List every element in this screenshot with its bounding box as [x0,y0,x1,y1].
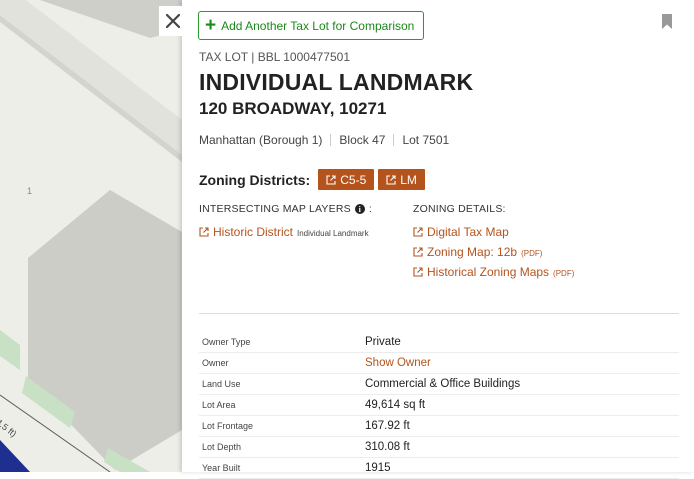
digital-tax-map-link[interactable]: Digital Tax Map [413,225,509,239]
row-value: Commercial & Office Buildings [365,378,521,390]
pdf-note: (PDF) [521,249,543,258]
row-value: 49,614 sq ft [365,399,426,411]
table-row: Owner Type Private [199,332,679,353]
page-title: INDIVIDUAL LANDMARK [199,69,474,95]
add-tax-lot-label: Add Another Tax Lot for Comparison [221,18,415,33]
lot-meta: Manhattan (Borough 1) Block 47 Lot 7501 [199,133,449,147]
historic-district-note: Individual Landmark [297,229,369,238]
zoning-details-heading: ZONING DETAILS: [413,203,506,215]
block: Block 47 [339,133,386,147]
external-link-icon [326,174,336,185]
plus-icon: + [205,15,217,36]
historical-zoning-maps-label: Historical Zoning Maps [427,265,550,279]
row-key: Lot Area [202,400,236,410]
bbl-eyebrow: TAX LOT | BBL 1000477501 [199,50,350,64]
external-link-icon [199,227,209,237]
external-link-icon [413,227,423,237]
bookmark-button[interactable] [661,14,673,34]
map-layers-heading: INTERSECTING MAP LAYERS i : [199,203,372,215]
map-layers-heading-colon: : [368,203,372,215]
lot: Lot 7501 [402,133,450,147]
table-row: Owner Show Owner [199,353,679,374]
borough: Manhattan (Borough 1) [199,133,323,147]
map-lot-number: 1 [27,186,33,196]
lot-attributes-table: Owner Type Private Owner Show Owner Land… [199,332,679,479]
bookmark-icon [662,14,672,29]
zone-tag-c5-5[interactable]: C5-5 [318,169,375,190]
digital-tax-map-label: Digital Tax Map [427,225,509,239]
external-link-icon [413,247,423,257]
row-key: Lot Frontage [202,421,254,431]
row-key: Land Use [202,379,241,389]
row-value: Private [365,336,401,348]
row-value: 310.08 ft [365,441,410,453]
row-key: Owner Type [202,337,251,347]
divider [393,134,395,146]
close-icon [165,13,181,29]
zone-tag-lm[interactable]: LM [378,169,425,190]
section-divider [199,313,679,314]
zone-tag-label: LM [400,172,417,187]
lot-details-panel: + Add Another Tax Lot for Comparison TAX… [182,0,694,479]
show-owner-link[interactable]: Show Owner [365,357,431,369]
zoning-map-link[interactable]: Zoning Map: 12b (PDF) [413,245,542,259]
pdf-note: (PDF) [553,269,575,278]
historic-district-label: Historic District [213,225,293,239]
external-link-icon [386,174,396,185]
row-key: Owner [202,358,229,368]
table-row: Lot Area 49,614 sq ft [199,395,679,416]
row-value: 1915 [365,462,391,474]
info-icon[interactable]: i [354,204,365,214]
historical-zoning-maps-link[interactable]: Historical Zoning Maps (PDF) [413,265,574,279]
add-tax-lot-button[interactable]: + Add Another Tax Lot for Comparison [198,11,425,40]
zoning-map-label: Zoning Map: 12b [427,245,518,259]
table-row: Land Use Commercial & Office Buildings [199,374,679,395]
map-canvas [0,0,182,472]
close-button[interactable] [159,6,187,36]
zoning-districts: Zoning Districts: C5-5 LM [199,169,425,190]
zoning-details-heading-label: ZONING DETAILS: [413,203,506,215]
zone-tag-label: C5-5 [340,172,367,187]
map-layers-heading-label: INTERSECTING MAP LAYERS [199,203,351,215]
external-link-icon [413,267,423,277]
map-area[interactable]: 1 (34.5 ft) [0,0,182,472]
row-value: 167.92 ft [365,420,410,432]
table-row: Year Built 1915 [199,458,679,479]
address: 120 BROADWAY, 10271 [199,99,387,118]
table-row: Lot Depth 310.08 ft [199,437,679,458]
row-key: Lot Depth [202,442,242,452]
historic-district-link[interactable]: Historic District Individual Landmark [199,225,369,239]
zoning-districts-label: Zoning Districts: [199,171,311,188]
table-row: Lot Frontage 167.92 ft [199,416,679,437]
divider [330,134,332,146]
